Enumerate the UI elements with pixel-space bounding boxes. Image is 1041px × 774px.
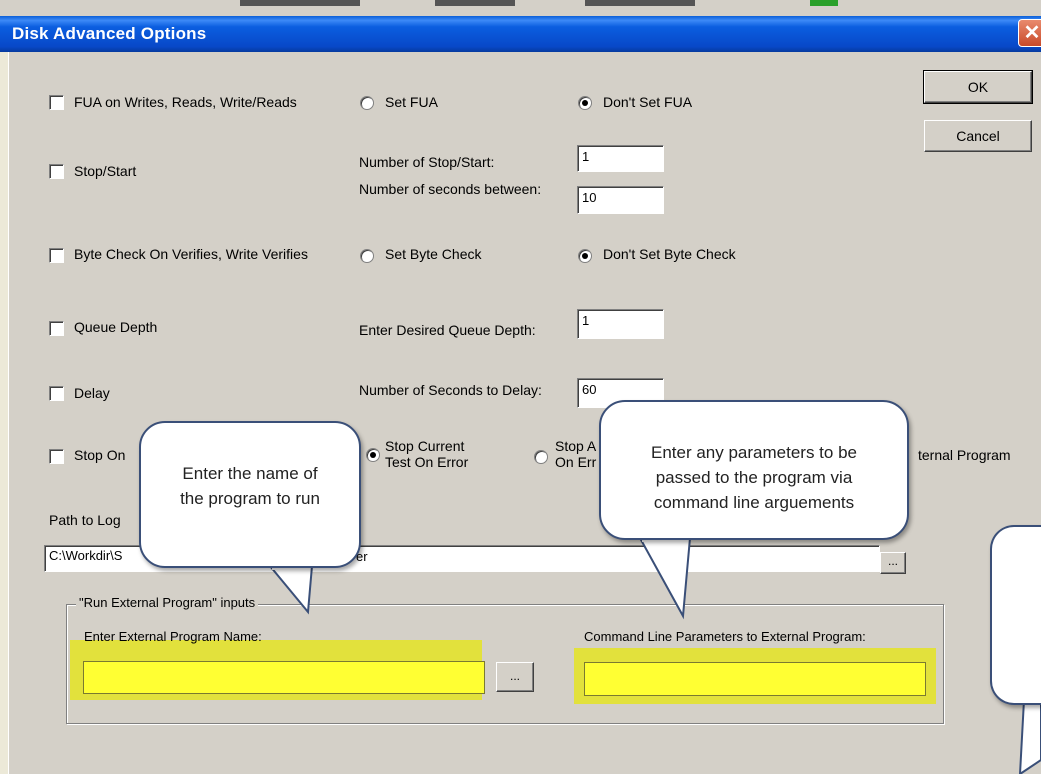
program-callout-tail xyxy=(267,532,1041,774)
third-callout-partial xyxy=(990,525,1041,705)
params-callout-line3: command line arguements xyxy=(653,493,855,512)
program-name-callout: Enter the name of the program to run xyxy=(139,421,361,568)
program-callout-line2: the program to run xyxy=(180,489,320,508)
params-callout-line2: passed to the program via xyxy=(655,468,853,487)
params-callout-line1: Enter any parameters to be xyxy=(650,443,857,462)
parameters-callout: Enter any parameters to be passed to the… xyxy=(599,400,909,540)
program-callout-line1: Enter the name of xyxy=(182,464,318,483)
